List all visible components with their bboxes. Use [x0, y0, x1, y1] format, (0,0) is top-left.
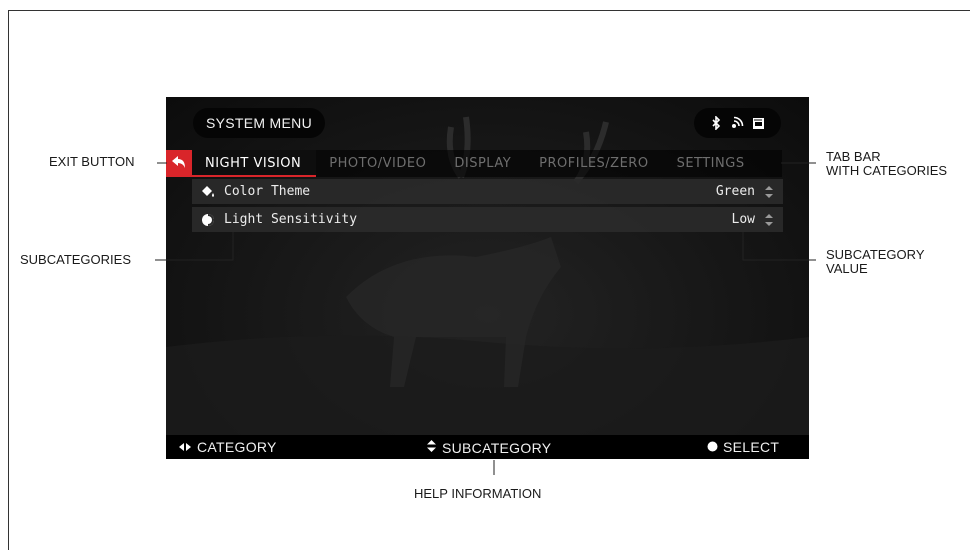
callout-exit-button: EXIT BUTTON — [49, 154, 135, 169]
subcategory-value: Green — [715, 184, 755, 199]
left-right-arrows-icon — [178, 439, 192, 455]
subcategory-row-color-theme[interactable]: Color Theme Green — [192, 179, 783, 204]
callout-subcategory-value-line2: VALUE — [826, 261, 868, 276]
tab-bar: NIGHT VISION PHOTO/VIDEO DISPLAY PROFILE… — [166, 150, 809, 177]
bluetooth-icon — [711, 116, 722, 130]
help-select-label: SELECT — [723, 439, 780, 455]
system-menu-label: SYSTEM MENU — [193, 108, 325, 138]
help-subcategory: SUBCATEGORY — [426, 439, 551, 456]
tab-display[interactable]: DISPLAY — [441, 150, 526, 177]
tab-profiles-zero[interactable]: PROFILES/ZERO — [526, 150, 663, 177]
tabs: NIGHT VISION PHOTO/VIDEO DISPLAY PROFILE… — [192, 150, 782, 177]
status-indicators — [694, 108, 781, 138]
help-subcategory-label: SUBCATEGORY — [442, 439, 552, 456]
help-bar: CATEGORY SUBCATEGORY SELECT — [166, 435, 809, 459]
device-screen: SYSTEM MENU NIGHT VISION PHOTO/VIDEO DIS… — [166, 97, 809, 459]
paint-bucket-icon — [192, 185, 224, 199]
callout-tab-bar-line2: WITH CATEGORIES — [826, 163, 948, 178]
subcategory-label: Color Theme — [224, 184, 311, 199]
wifi-icon — [730, 116, 744, 130]
up-down-arrows-icon — [761, 213, 777, 227]
back-arrow-icon — [172, 155, 186, 173]
subcategory-row-light-sensitivity[interactable]: Light Sensitivity Low — [192, 207, 783, 232]
help-category-label: CATEGORY — [197, 439, 277, 455]
subcategory-value: Low — [731, 212, 755, 227]
help-category: CATEGORY — [178, 439, 277, 455]
up-down-arrows-icon — [426, 439, 437, 456]
tab-night-vision[interactable]: NIGHT VISION — [192, 150, 317, 177]
sd-card-icon — [752, 117, 765, 130]
up-down-arrows-icon — [761, 185, 777, 199]
callout-subcategories: SUBCATEGORIES — [20, 252, 132, 267]
exit-button[interactable] — [166, 150, 192, 177]
callout-help-information: HELP INFORMATION — [414, 486, 542, 501]
subcategory-label: Light Sensitivity — [224, 212, 358, 227]
tab-settings[interactable]: SETTINGS — [664, 150, 760, 177]
callout-tab-bar-line1: TAB BAR — [826, 149, 881, 164]
tab-photo-video[interactable]: PHOTO/VIDEO — [316, 150, 441, 177]
select-dot-icon — [707, 439, 718, 455]
help-select: SELECT — [707, 439, 779, 455]
callout-subcategory-value-line1: SUBCATEGORY — [826, 247, 925, 262]
contrast-icon — [192, 212, 224, 228]
